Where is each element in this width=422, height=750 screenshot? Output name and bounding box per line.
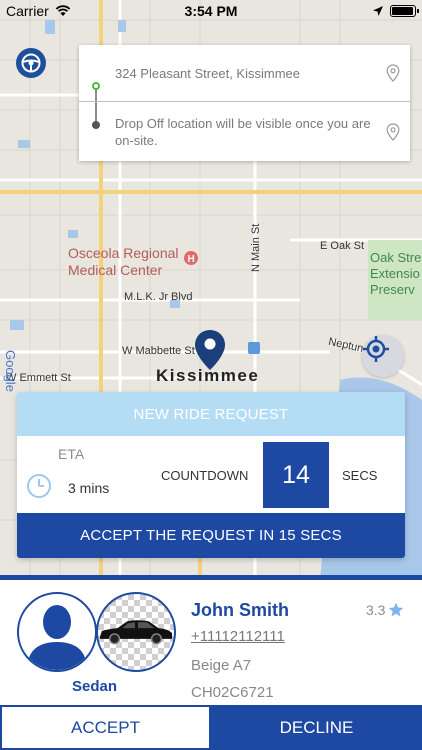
driver-name: John Smith bbox=[191, 600, 289, 620]
secs-label: SECS bbox=[342, 468, 378, 483]
decline-button[interactable]: DECLINE bbox=[211, 705, 422, 750]
request-header: NEW RIDE REQUEST bbox=[17, 392, 405, 436]
map-label-oak: E Oak St bbox=[320, 240, 365, 252]
map-label-park: Oak Stre Extensio Preserv bbox=[370, 250, 422, 297]
star-icon bbox=[389, 602, 404, 617]
eta-value: 3 mins bbox=[68, 480, 110, 496]
countdown-value: 14 bbox=[263, 442, 329, 508]
pickup-address-row[interactable]: 324 Pleasant Street, Kissimmee bbox=[79, 45, 410, 102]
car-color: Beige A7 bbox=[191, 657, 252, 674]
eta-label: ETA bbox=[58, 446, 85, 462]
countdown-label: COUNTDOWN bbox=[161, 468, 249, 483]
svg-text:H: H bbox=[188, 254, 195, 265]
dropoff-pin-icon bbox=[386, 123, 400, 141]
car-plate: CH02C6721 bbox=[191, 684, 274, 701]
battery-icon bbox=[390, 5, 419, 17]
car-type-label: Sedan bbox=[72, 678, 118, 695]
recenter-location-button[interactable] bbox=[362, 335, 404, 377]
clock-time: 3:54 PM bbox=[184, 3, 238, 19]
clock-icon bbox=[27, 474, 51, 498]
trip-address-card: 324 Pleasant Street, Kissimmee Drop Off … bbox=[79, 45, 410, 161]
driver-mode-button[interactable] bbox=[16, 48, 46, 78]
rating-value: 3.3 bbox=[366, 602, 386, 618]
crosshair-icon bbox=[363, 336, 389, 362]
map-label-mabbette: W Mabbette St bbox=[122, 345, 195, 357]
request-details: ETA 3 mins COUNTDOWN 14 SECS bbox=[17, 436, 405, 513]
accept-timer-banner[interactable]: ACCEPT THE REQUEST IN 15 SECS bbox=[17, 513, 405, 558]
dropoff-address-row[interactable]: Drop Off location will be visible once y… bbox=[79, 103, 410, 161]
map-label-n-main: N Main St bbox=[250, 223, 262, 272]
driver-avatar bbox=[17, 592, 97, 672]
accept-button[interactable]: ACCEPT bbox=[0, 705, 211, 750]
pickup-pin-icon bbox=[386, 64, 400, 82]
steering-wheel-icon bbox=[21, 53, 41, 73]
dropoff-address: Drop Off location will be visible once y… bbox=[115, 116, 371, 148]
action-bar: ACCEPT DECLINE bbox=[0, 705, 422, 750]
battery-level bbox=[392, 7, 413, 15]
sedan-car-icon bbox=[99, 620, 173, 645]
driver-phone-link[interactable]: +11112112111 bbox=[191, 628, 285, 645]
ride-request-card: NEW RIDE REQUEST ETA 3 mins COUNTDOWN 14… bbox=[17, 392, 405, 558]
driver-rating: 3.3 bbox=[366, 602, 404, 618]
person-icon bbox=[27, 605, 87, 670]
google-logo: Google bbox=[3, 350, 18, 392]
map-label-mlk: M.L.K. Jr Blvd bbox=[124, 291, 193, 303]
car-image bbox=[96, 592, 176, 672]
status-bar: Carrier 3:54 PM bbox=[0, 0, 422, 22]
pickup-address: 324 Pleasant Street, Kissimmee bbox=[115, 65, 300, 81]
map-label-hospital: Osceola Regional Medical Center bbox=[68, 245, 179, 278]
